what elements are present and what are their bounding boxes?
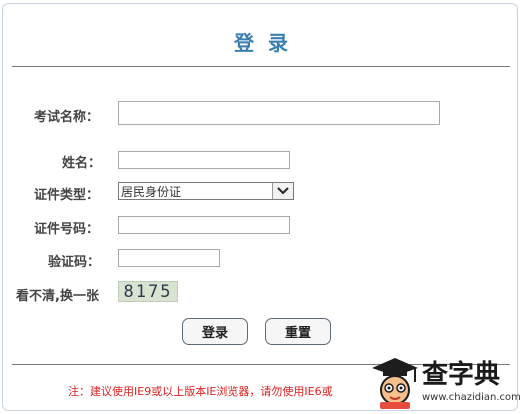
mascot-logo-icon	[372, 358, 418, 409]
exam-name-input[interactable]	[118, 101, 440, 125]
id-type-selected: 居民身份证	[121, 184, 182, 199]
watermark-text: 查字典	[422, 360, 501, 390]
login-panel	[2, 3, 518, 411]
login-button[interactable]: 登录	[182, 318, 248, 345]
captcha-label: 验证码：	[48, 255, 101, 270]
page-title: 登录	[234, 31, 302, 55]
chevron-down-icon[interactable]	[272, 183, 293, 199]
top-divider	[12, 66, 510, 67]
refresh-captcha-link[interactable]: 看不清,换一张	[16, 285, 99, 304]
captcha-input[interactable]	[118, 249, 220, 267]
id-number-label: 证件号码：	[34, 222, 100, 237]
exam-name-label: 考试名称：	[34, 110, 100, 125]
id-type-label: 证件类型：	[34, 188, 100, 203]
browser-notice: 注：建议使用IE9或以上版本IE浏览器，请勿使用IE6或	[68, 385, 333, 398]
name-label: 姓名：	[62, 156, 102, 171]
captcha-image[interactable]: 8175	[118, 281, 178, 302]
id-type-select[interactable]: 居民身份证	[118, 182, 294, 200]
watermark-url: www.chazidian.com	[422, 392, 521, 403]
reset-button[interactable]: 重置	[265, 318, 331, 345]
name-input[interactable]	[118, 151, 290, 169]
watermark: 查字典 www.chazidian.com	[362, 352, 522, 414]
id-number-input[interactable]	[118, 216, 290, 234]
